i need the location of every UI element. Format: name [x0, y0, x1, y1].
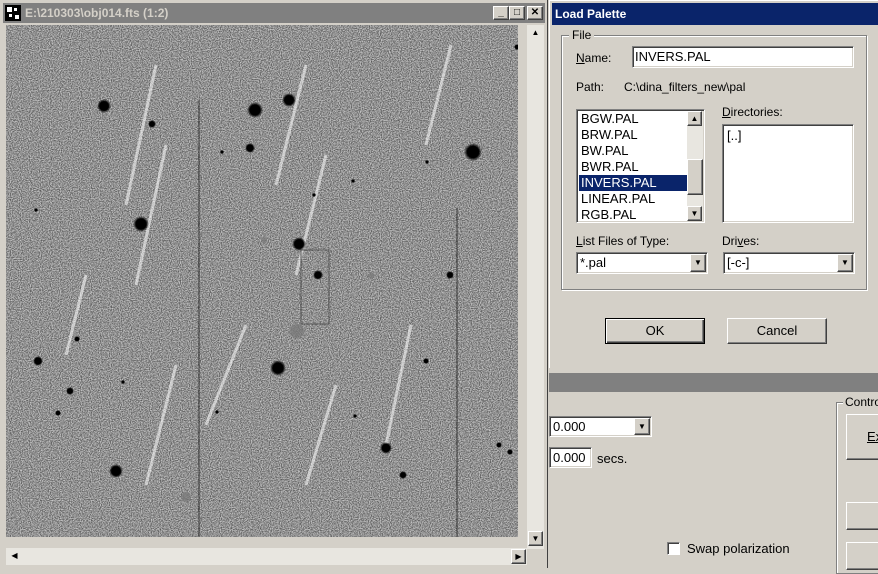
image-window: E:\210303\obj014.fts (1:2) _ □ ✕ ▼ ▲ ◀ ▶ — [0, 0, 548, 568]
drives-label: Drives: — [722, 234, 760, 248]
file-list-item[interactable]: BRW.PAL — [579, 127, 691, 143]
background-window-titlebar[interactable] — [549, 373, 878, 392]
scroll-up-arrow-icon[interactable]: ▲ — [528, 26, 543, 41]
minimize-button[interactable]: _ — [493, 6, 509, 20]
file-list-item[interactable]: BGW.PAL — [579, 111, 691, 127]
control-button-2[interactable] — [846, 502, 878, 530]
swap-polarization-label[interactable]: Swap polarization — [687, 541, 790, 556]
image-window-titlebar[interactable]: E:\210303\obj014.fts (1:2) _ □ ✕ — [3, 3, 545, 23]
load-palette-dialog: Load Palette File Name: INVERS.PAL Path:… — [549, 0, 878, 368]
file-list-scrollbar[interactable]: ▲ ▼ — [687, 111, 703, 221]
image-window-title: E:\210303\obj014.fts (1:2) — [25, 6, 169, 20]
control-group-label: Contro — [843, 395, 878, 409]
file-name-input[interactable]: INVERS.PAL — [632, 46, 854, 68]
star-field-image — [6, 25, 518, 537]
exposure-input[interactable]: 0.000 — [549, 447, 592, 468]
dialog-titlebar[interactable]: Load Palette — [552, 3, 878, 25]
scroll-down-arrow-icon[interactable]: ▼ — [528, 531, 543, 546]
file-group-label: File — [569, 28, 595, 42]
file-type-value: *.pal — [580, 255, 607, 270]
ok-button[interactable]: OK — [605, 318, 705, 344]
value-select[interactable]: 0.000 ▼ — [549, 416, 652, 437]
file-list-item[interactable]: BWR.PAL — [579, 159, 691, 175]
directory-list[interactable]: [..] — [722, 124, 854, 223]
app-icon[interactable] — [5, 5, 21, 21]
file-list-item[interactable]: BW.PAL — [579, 143, 691, 159]
path-label: Path: — [576, 80, 605, 94]
scroll-up-arrow-icon[interactable]: ▲ — [687, 111, 702, 126]
scroll-left-arrow-icon[interactable]: ◀ — [7, 549, 22, 564]
cancel-button[interactable]: Cancel — [727, 318, 827, 344]
drives-select[interactable]: [-c-] ▼ — [723, 252, 855, 274]
secs-label: secs. — [597, 451, 628, 466]
control-button-3[interactable] — [846, 542, 878, 570]
value-select-text: 0.000 — [553, 419, 586, 434]
directory-item[interactable]: [..] — [725, 128, 837, 144]
scroll-right-arrow-icon[interactable]: ▶ — [511, 549, 526, 564]
background-settings-window: 0.000 ▼ 0.000 secs. Contro Ex Swap polar… — [549, 368, 878, 574]
scrollbar-thumb[interactable] — [687, 159, 703, 195]
file-list-item[interactable]: LINEAR.PAL — [579, 191, 691, 207]
dialog-title: Load Palette — [555, 7, 627, 21]
list-type-label: List Files of Type: — [576, 234, 670, 248]
close-button[interactable]: ✕ — [527, 6, 543, 20]
swap-polarization-checkbox[interactable] — [667, 542, 680, 555]
chevron-down-icon[interactable]: ▼ — [837, 254, 853, 272]
scroll-down-arrow-icon[interactable]: ▼ — [687, 206, 702, 221]
path-value: C:\dina_filters_new\pal — [624, 80, 746, 94]
drives-value: [-c-] — [727, 255, 750, 270]
file-list[interactable]: BGW.PAL BRW.PAL BW.PAL BWR.PAL INVERS.PA… — [576, 109, 705, 223]
horizontal-scrollbar[interactable]: ◀ ▶ — [6, 548, 527, 565]
directories-label: Directories: — [722, 105, 783, 119]
chevron-down-icon[interactable]: ▼ — [634, 418, 650, 435]
chevron-down-icon[interactable]: ▼ — [690, 254, 706, 272]
file-list-item-selected[interactable]: INVERS.PAL — [579, 175, 691, 191]
file-list-item[interactable]: RGB.PAL — [579, 207, 691, 222]
file-type-select[interactable]: *.pal ▼ — [576, 252, 708, 274]
vertical-scrollbar[interactable]: ▼ ▲ — [527, 25, 544, 549]
control-button[interactable]: Ex — [846, 414, 878, 460]
astronomy-image-canvas[interactable] — [6, 25, 518, 537]
maximize-button[interactable]: □ — [509, 6, 525, 20]
name-label: Name: — [576, 51, 612, 65]
